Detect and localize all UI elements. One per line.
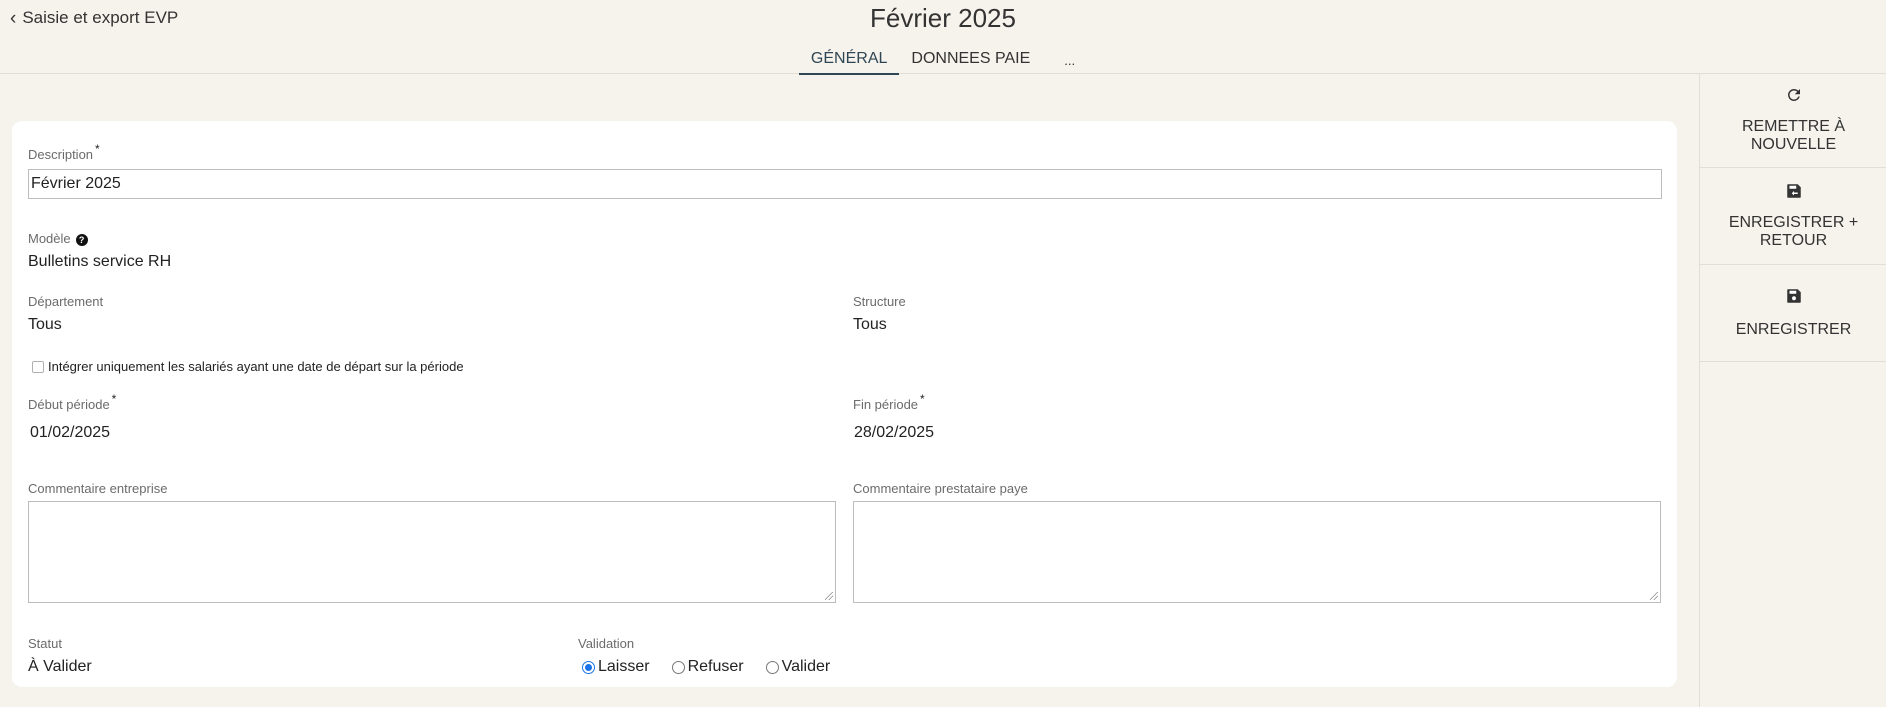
depart-checkbox-row[interactable]: Intégrer uniquement les salariés ayant u… [32,359,464,374]
required-marker: * [111,392,117,406]
required-marker: * [95,142,100,156]
required-marker: * [920,392,925,406]
description-label-text: Description [28,147,94,162]
radio-laisser-button[interactable] [582,660,595,674]
form-card: Description* Modèle? Bulletins service R… [12,121,1677,687]
reset-button-label-2: NOUVELLE [1750,136,1837,153]
save-return-button-label-2: RETOUR [1759,232,1828,249]
radio-refuser[interactable]: Refuser [671,658,744,676]
departement-label: Département [28,294,104,309]
save-return-button[interactable]: ENREGISTRER + RETOUR [1700,168,1886,265]
depart-checkbox[interactable] [32,360,44,373]
save-return-icon [1786,184,1801,198]
refresh-icon [1787,88,1800,101]
action-sidebar: REMETTRE À NOUVELLE ENREGISTRER + RETOUR… [1699,74,1886,707]
statut-value: À Valider [28,658,92,675]
top-bar: ‹ Saisie et export EVP Février 2025 GÉNÉ… [0,0,1886,75]
statut-label: Statut [28,636,62,651]
radio-valider-button[interactable] [765,660,779,674]
fin-periode-label: Fin période * [853,392,925,412]
reset-button[interactable]: REMETTRE À NOUVELLE [1700,74,1886,168]
validation-radio-group: Laisser Refuser Valider [582,658,852,676]
validation-label: Validation [578,636,635,651]
radio-laisser[interactable]: Laisser [582,658,650,676]
commentaire-prestataire-textarea[interactable] [853,501,1661,603]
radio-valider[interactable]: Valider [765,658,831,676]
modele-label: Modèle? [28,231,88,246]
debut-periode-value[interactable]: 01/02/2025 [30,424,110,442]
tab-more[interactable]: ... [1042,50,1087,75]
save-return-button-label-1: ENREGISTRER + [1728,214,1859,231]
structure-label: Structure [853,294,906,309]
commentaire-prestataire-label: Commentaire prestataire paye [853,481,1028,496]
commentaire-entreprise-label: Commentaire entreprise [28,481,168,496]
structure-value[interactable]: Tous [853,316,887,334]
departement-value[interactable]: Tous [28,316,62,334]
save-button-label: ENREGISTRER [1735,321,1852,338]
resize-grip-icon[interactable] [1650,592,1658,600]
fin-periode-label-text: Fin période [853,397,919,412]
page-title: Février 2025 [870,3,1016,33]
modele-value: Bulletins service RH [28,253,172,270]
resize-grip-icon[interactable] [825,592,833,600]
fin-periode-value[interactable]: 28/02/2025 [854,424,934,442]
tab-general[interactable]: GÉNÉRAL [798,50,900,75]
reset-button-label-1: REMETTRE À [1741,118,1846,135]
save-button[interactable]: ENREGISTRER [1700,265,1886,362]
depart-checkbox-label: Intégrer uniquement les salariés ayant u… [48,359,464,374]
radio-refuser-label: Refuser [687,658,744,675]
commentaire-entreprise-textarea[interactable] [28,501,836,603]
tab-donnees-paie[interactable]: DONNEES PAIE [899,50,1042,75]
description-input[interactable] [28,169,1662,199]
debut-periode-label-text: Début période [28,397,110,412]
radio-refuser-button[interactable] [671,660,685,674]
radio-laisser-label: Laisser [598,658,650,675]
save-icon [1786,289,1801,303]
modele-label-text: Modèle [28,231,71,246]
radio-valider-label: Valider [781,658,831,675]
tab-bar: GÉNÉRAL DONNEES PAIE ... [0,50,1886,75]
debut-periode-label: Début période * [28,392,116,412]
description-label: Description * [28,142,100,162]
help-icon[interactable]: ? [75,234,88,246]
